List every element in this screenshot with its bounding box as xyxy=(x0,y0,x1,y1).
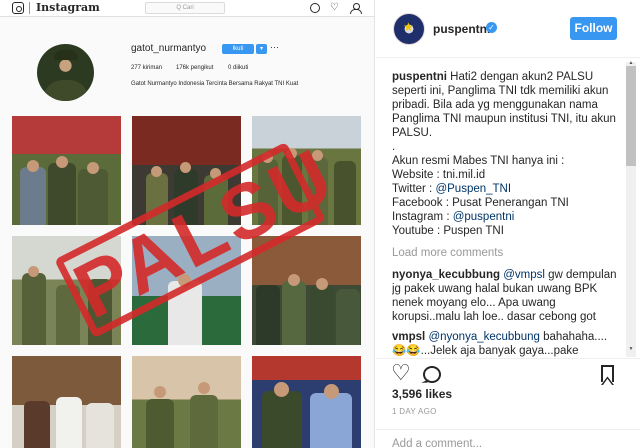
caption-website-value: tni.mil.id xyxy=(442,169,486,181)
scrollbar-thumb[interactable] xyxy=(626,66,636,166)
grid-photo xyxy=(132,356,241,448)
caption-youtube-label: Youtube : xyxy=(392,225,444,237)
comment-item: nyonya_kecubbung @vmpsl gw dempulan jg p… xyxy=(392,268,618,324)
load-more-comments[interactable]: Load more comments xyxy=(392,246,618,260)
caption-twitter-label: Twitter : xyxy=(392,183,436,195)
instagram-wordmark: Instagram xyxy=(36,1,100,14)
scroll-up-arrow-icon[interactable]: ▲ xyxy=(626,60,636,66)
caption-username[interactable]: puspentni xyxy=(392,71,447,83)
stat-followers: 176k pengikut xyxy=(176,65,214,71)
post-actions: ♡ 3,596 likes 1 DAY AGO xyxy=(376,358,640,448)
user-icon xyxy=(350,3,362,14)
caption-website-label: Website : xyxy=(392,169,443,181)
mention-link[interactable]: @nyonya_kecubbung xyxy=(428,331,539,343)
save-bookmark-icon[interactable] xyxy=(601,365,614,382)
comment-bubble-icon[interactable] xyxy=(423,366,441,383)
post-header: puspentni ✓ Follow xyxy=(376,0,640,58)
compass-icon xyxy=(310,3,320,13)
grid-photo xyxy=(252,236,361,345)
grid-photo xyxy=(12,356,121,448)
follow-button[interactable]: Follow xyxy=(570,17,617,40)
topbar-divider xyxy=(29,2,30,14)
profile-screenshot-image: Instagram Q Cari ♡ gatot_nurmantyo Ikuti… xyxy=(0,0,375,448)
post-author-username[interactable]: puspentni xyxy=(433,22,490,36)
grid-photo xyxy=(252,356,361,448)
camera-icon xyxy=(12,2,24,14)
profile-search-box: Q Cari xyxy=(145,2,225,14)
comment-item: vmpsl @nyonya_kecubbung bahahaha....😂😂..… xyxy=(392,330,618,357)
profile-username: gatot_nurmantyo xyxy=(131,43,207,54)
like-heart-icon[interactable]: ♡ xyxy=(391,362,411,384)
mention-link[interactable]: @puspentni xyxy=(453,211,515,223)
add-comment-input[interactable] xyxy=(392,436,612,448)
post-caption: puspentni Hati2 dengan akun2 PALSU seper… xyxy=(392,70,618,238)
post-sidebar: puspentni ✓ Follow puspentni Hati2 denga… xyxy=(376,0,640,448)
comment-username[interactable]: vmpsl xyxy=(392,331,425,343)
profile-more-icon: ··· xyxy=(270,42,279,52)
post-author-avatar[interactable] xyxy=(393,13,425,45)
profile-avatar xyxy=(37,44,94,101)
caption-official-intro: Akun resmi Mabes TNI hanya ini : xyxy=(392,155,565,167)
comment-username[interactable]: nyonya_kecubbung xyxy=(392,269,500,281)
scroll-down-arrow-icon[interactable]: ▼ xyxy=(626,345,636,353)
comments-panel: puspentni Hati2 dengan akun2 PALSU seper… xyxy=(392,70,618,357)
caption-facebook-label: Facebook : xyxy=(392,197,453,209)
profile-topbar: Instagram Q Cari ♡ xyxy=(0,0,374,17)
heart-icon: ♡ xyxy=(330,2,339,13)
caption-dot: . xyxy=(392,141,396,153)
post-timestamp: 1 DAY AGO xyxy=(392,407,437,416)
likes-count[interactable]: 3,596 likes xyxy=(392,387,452,401)
grid-photo xyxy=(12,116,121,225)
profile-follow-button: Ikuti xyxy=(222,44,254,54)
caption-instagram-label: Instagram : xyxy=(392,211,453,223)
caption-youtube-value: Puspen TNI xyxy=(443,225,504,237)
stat-following: 0 diikuti xyxy=(228,65,249,71)
add-comment-bar xyxy=(376,429,640,448)
profile-bio: Gatot Nurmantyo Indonesia Tercinta Bersa… xyxy=(131,81,299,87)
mention-link[interactable]: @Puspen_TNI xyxy=(435,183,511,195)
mention-link[interactable]: @vmpsl xyxy=(503,269,545,281)
profile-dropdown-button: ▾ xyxy=(256,44,267,54)
verified-badge-icon: ✓ xyxy=(486,22,497,33)
stat-posts: 277 kiriman xyxy=(131,65,163,71)
caption-facebook-value: Pusat Penerangan TNI xyxy=(452,197,569,209)
